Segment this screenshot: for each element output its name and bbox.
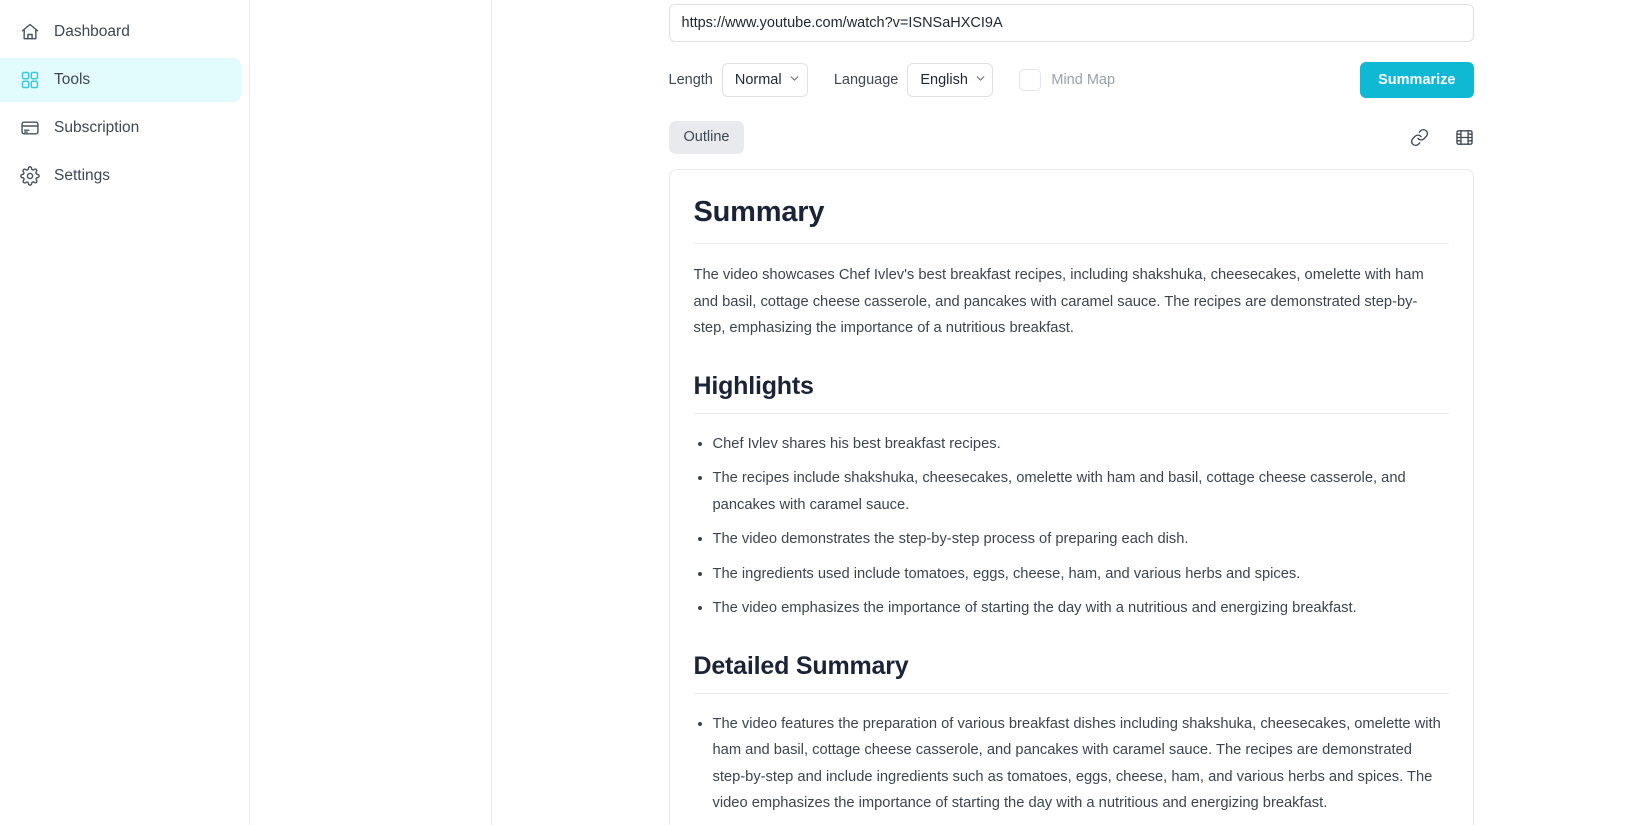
language-label: Language (833, 72, 899, 88)
gear-icon (20, 166, 40, 186)
sidebar-item-settings[interactable]: Settings (0, 154, 241, 198)
detailed-summary-list: The video features the preparation of va… (694, 711, 1449, 817)
secondary-panel (250, 0, 492, 825)
app-root: Dashboard Tools Subscription Settings ht… (0, 0, 1650, 825)
list-item: The ingredients used include tomatoes, e… (713, 561, 1449, 588)
link-icon[interactable] (1410, 128, 1429, 147)
list-item: The video features the preparation of va… (713, 711, 1449, 817)
language-value: English (920, 72, 968, 88)
main-content: Length Normal Language English Min (492, 0, 1650, 825)
length-select[interactable]: Normal (721, 63, 808, 97)
sidebar-item-label: Settings (54, 167, 111, 184)
language-select[interactable]: English (907, 63, 994, 97)
page-title: Summary (693, 196, 1449, 244)
credit-card-icon (20, 118, 40, 138)
options-bar: Length Normal Language English Mind Map … (669, 62, 1474, 98)
tab-outline[interactable]: Outline (668, 120, 745, 154)
highlights-list: Chef Ivlev shares his best breakfast rec… (694, 431, 1449, 622)
home-icon (20, 22, 40, 42)
sidebar: Dashboard Tools Subscription Settings (0, 0, 250, 825)
tab-actions (1410, 128, 1474, 147)
list-item: The recipes include shakshuka, cheesecak… (713, 465, 1449, 518)
sidebar-item-label: Dashboard (54, 23, 130, 40)
sidebar-item-label: Tools (54, 71, 91, 88)
mind-map-checkbox[interactable] (1019, 69, 1042, 91)
list-item: The video demonstrates the step-by-step … (713, 526, 1449, 553)
length-value: Normal (734, 72, 782, 88)
summarizer-panel: Length Normal Language English Min (668, 4, 1474, 825)
summarize-button[interactable]: Summarize (1360, 62, 1474, 98)
film-icon[interactable] (1455, 128, 1474, 147)
summary-paragraph: The video showcases Chef Ivlev's best br… (693, 267, 1424, 336)
length-label: Length (668, 72, 713, 88)
highlights-heading: Highlights (693, 372, 1449, 414)
mind-map-option[interactable]: Mind Map (1019, 69, 1115, 91)
sidebar-item-label: Subscription (54, 119, 140, 136)
chevron-down-icon (974, 72, 987, 89)
chevron-down-icon (788, 72, 801, 89)
grid-icon (20, 70, 40, 90)
summary-card: Summary The video showcases Chef Ivlev's… (668, 169, 1474, 825)
video-url-input[interactable] (668, 4, 1474, 42)
list-item: The video emphasizes the importance of s… (713, 595, 1449, 622)
detailed-summary-heading: Detailed Summary (693, 652, 1449, 694)
list-item: Chef Ivlev shares his best breakfast rec… (713, 431, 1449, 458)
sidebar-item-dashboard[interactable]: Dashboard (0, 10, 241, 54)
sidebar-item-subscription[interactable]: Subscription (0, 106, 241, 150)
sidebar-item-tools[interactable]: Tools (0, 58, 241, 102)
mind-map-label: Mind Map (1051, 72, 1116, 88)
result-tabbar: Outline (668, 120, 1474, 154)
